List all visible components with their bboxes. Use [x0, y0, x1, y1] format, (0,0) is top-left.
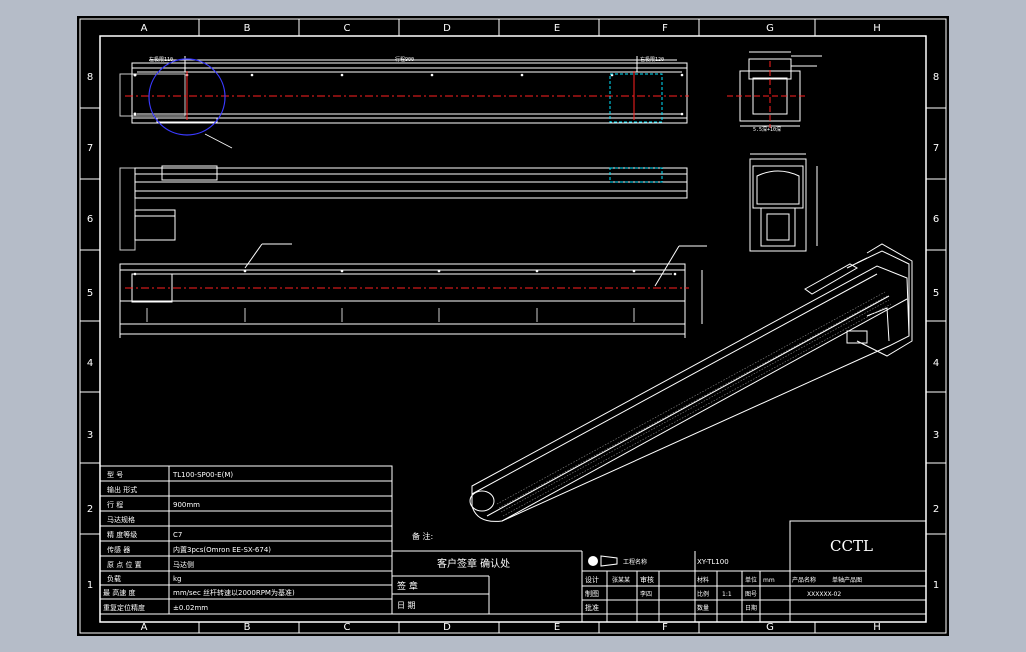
- col-label-top: D: [443, 23, 451, 34]
- row-label-left: 8: [87, 72, 93, 83]
- dim-side: 5.5深+10深: [753, 126, 781, 133]
- dim-right-limit: 右极限120: [640, 56, 664, 63]
- spec-label: 重复定位精度: [103, 603, 145, 612]
- col-label-bottom: G: [766, 622, 774, 633]
- projection-symbol-icon: [588, 555, 618, 567]
- spec-label: 精 度等级: [107, 530, 137, 539]
- qty-label: 数量: [697, 604, 709, 612]
- col-label-top: F: [662, 23, 668, 34]
- row-label-right: 3: [933, 430, 939, 441]
- sign-label: 签 章: [397, 580, 418, 592]
- row-label-right: 8: [933, 72, 939, 83]
- inner-border: [99, 35, 927, 623]
- col-label-bottom: E: [554, 622, 560, 633]
- row-label-left: 4: [87, 358, 93, 369]
- spec-label: 负载: [107, 574, 121, 583]
- cad-drawing: A B C D E F G H A B C D E F G H 8 7 6 5 …: [79, 18, 947, 634]
- spec-label: 马达规格: [107, 515, 135, 524]
- product-value: 单轴产品图: [832, 576, 862, 584]
- note-label: 备 注:: [412, 531, 433, 541]
- spec-value: 900mm: [173, 501, 200, 509]
- isometric-hatching: [496, 291, 892, 517]
- col-label-bottom: F: [662, 622, 668, 633]
- col-label-top: E: [554, 23, 560, 34]
- design-value: 张某某: [612, 576, 630, 584]
- isometric-view: [469, 243, 913, 522]
- dim-left-limit: 左极限110: [149, 56, 173, 63]
- drawing-no-value: XXXXXX-02: [807, 591, 841, 598]
- hidden-carriage: [609, 73, 663, 123]
- spec-label: 行 程: [107, 500, 123, 509]
- project-label: 工程名称: [623, 558, 647, 566]
- col-label-bottom: B: [244, 622, 251, 633]
- end-view-top: [739, 51, 822, 127]
- unit-value: mm: [763, 577, 775, 584]
- check-value: 李四: [640, 590, 652, 598]
- material-label: 材料: [697, 576, 709, 584]
- customer-confirm-label: 客户签章 确认处: [437, 557, 510, 570]
- spec-value: 马达侧: [173, 560, 194, 569]
- col-label-bottom: H: [873, 622, 881, 633]
- col-label-bottom: C: [344, 622, 351, 633]
- row-label-right: 2: [933, 504, 939, 515]
- design-label: 设计: [585, 575, 599, 584]
- row-label-right: 4: [933, 358, 939, 369]
- col-label-top: H: [873, 23, 881, 34]
- company-logo-text: CCTL: [830, 537, 873, 555]
- col-label-bottom: A: [141, 622, 148, 633]
- col-label-bottom: D: [443, 622, 451, 633]
- spec-value: ±0.02mm: [173, 604, 208, 612]
- col-label-top: B: [244, 23, 251, 34]
- spec-label: 最 高速 度: [103, 588, 135, 597]
- end-view-bottom: [749, 153, 818, 252]
- col-label-top: C: [344, 23, 351, 34]
- top-view: [119, 56, 688, 124]
- row-label-left: 5: [87, 288, 93, 299]
- bottom-view: [119, 243, 707, 338]
- spec-value: C7: [173, 531, 182, 539]
- draw-label: 制图: [585, 589, 599, 598]
- check-label: 审核: [640, 575, 654, 584]
- dim-travel: 行程900: [395, 56, 414, 63]
- side-view: [119, 165, 688, 251]
- spec-label: 型 号: [107, 470, 123, 479]
- row-label-left: 7: [87, 143, 93, 154]
- spec-value: TL100-SP00-E(M): [172, 471, 233, 479]
- side-hidden-carriage: [609, 167, 663, 183]
- drawing-no-label: 图号: [745, 591, 757, 598]
- spec-label: 原 点 位 置: [107, 560, 142, 569]
- scale-label: 比例: [697, 590, 709, 598]
- date-label: 日 期: [397, 601, 416, 610]
- spec-label: 传感 器: [107, 545, 130, 554]
- approve-label: 批准: [585, 603, 599, 612]
- product-label: 产品名称: [792, 576, 816, 584]
- row-label-right: 6: [933, 214, 939, 225]
- date2-label: 日期: [745, 604, 757, 612]
- col-label-top: A: [141, 23, 148, 34]
- row-label-right: 1: [933, 580, 939, 591]
- spec-value: mm/sec 丝杆转速以2000RPM为基准): [173, 588, 295, 597]
- row-label-left: 2: [87, 504, 93, 515]
- row-label-left: 1: [87, 580, 93, 591]
- spec-value: 内置3pcs(Omron EE-SX-674): [173, 545, 271, 554]
- scale-value: 1:1: [722, 591, 732, 598]
- spec-value: kg: [173, 575, 182, 583]
- spec-label: 输出 形式: [107, 485, 137, 494]
- row-label-right: 7: [933, 143, 939, 154]
- col-label-top: G: [766, 23, 774, 34]
- project-value: XY-TL100: [697, 558, 729, 566]
- detail-leader: [204, 133, 233, 149]
- row-label-left: 6: [87, 214, 93, 225]
- row-label-right: 5: [933, 288, 939, 299]
- drawing-sheet: A B C D E F G H A B C D E F G H 8 7 6 5 …: [77, 16, 949, 636]
- unit-label: 单位: [745, 576, 757, 584]
- row-label-left: 3: [87, 430, 93, 441]
